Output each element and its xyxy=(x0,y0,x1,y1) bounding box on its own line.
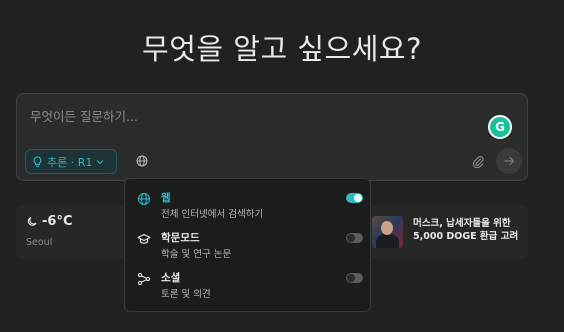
send-button[interactable] xyxy=(496,148,522,174)
paperclip-icon xyxy=(472,155,484,168)
globe-icon xyxy=(137,192,151,206)
source-option-social[interactable]: 소셜 토론 및 의견 xyxy=(137,270,363,302)
source-option-title: 소셜 xyxy=(161,272,181,284)
source-option-description: 토론 및 의견 xyxy=(161,289,211,300)
weather-temperature-row: -6°C xyxy=(26,214,72,229)
web-toggle[interactable] xyxy=(346,193,363,203)
news-thumbnail xyxy=(372,216,403,248)
grammarly-icon[interactable]: G xyxy=(488,115,512,139)
source-option-academic[interactable]: 학문모드 학술 및 연구 논문 xyxy=(137,230,363,262)
reasoning-mode-button[interactable]: 추론 · R1 xyxy=(25,149,117,174)
source-option-title: 웹 xyxy=(161,192,171,204)
source-option-web[interactable]: 웹 전체 인터넷에서 검색하기 xyxy=(137,190,363,222)
globe-icon xyxy=(136,155,148,167)
attach-button[interactable] xyxy=(468,151,488,171)
question-composer[interactable]: 무엇이든 질문하기... G 추론 · R1 xyxy=(16,93,528,181)
question-input-placeholder[interactable]: 무엇이든 질문하기... xyxy=(30,106,138,125)
social-toggle[interactable] xyxy=(346,273,363,283)
arrow-right-icon xyxy=(503,156,514,166)
source-option-description: 학술 및 연구 논문 xyxy=(161,249,232,260)
news-widget[interactable]: 머스크, 납세자들을 위한 5,000 DOGE 환급 고려 xyxy=(365,206,528,258)
reasoning-mode-label: 추론 · R1 xyxy=(47,155,93,169)
source-option-title: 학문모드 xyxy=(161,232,200,244)
graduation-cap-icon xyxy=(137,233,151,244)
source-option-description: 전체 인터넷에서 검색하기 xyxy=(161,209,264,220)
social-network-icon xyxy=(137,272,151,286)
moon-cloud-icon xyxy=(27,216,37,226)
lightbulb-icon xyxy=(33,155,42,167)
chevron-down-icon xyxy=(96,159,104,164)
weather-temperature: -6°C xyxy=(42,214,73,229)
page-headline: 무엇을 알고 싶으세요? xyxy=(142,32,422,66)
academic-toggle[interactable] xyxy=(346,233,363,243)
weather-city: Seoul xyxy=(26,237,53,248)
source-globe-button[interactable] xyxy=(132,151,152,171)
weather-widget[interactable]: -6°C Seoul xyxy=(16,206,126,258)
source-menu: 웹 전체 인터넷에서 검색하기 학문모드 학술 및 연구 논문 소셜 토론 및 … xyxy=(124,178,371,312)
news-title: 머스크, 납세자들을 위한 5,000 DOGE 환급 고려 xyxy=(413,218,519,242)
